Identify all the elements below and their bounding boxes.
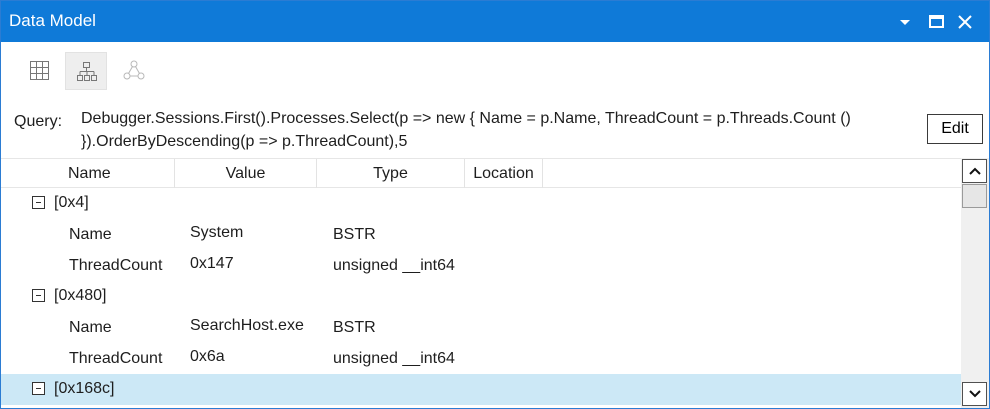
scrollbar-thumb[interactable] (962, 184, 987, 208)
property-value: 0x147 (190, 255, 234, 272)
property-type: BSTR (333, 319, 376, 336)
scroll-up-icon[interactable] (962, 159, 987, 183)
column-header-name[interactable]: Name (1, 159, 175, 188)
property-type: unsigned __int64 (333, 257, 455, 274)
dropdown-icon[interactable] (894, 11, 916, 33)
property-value: 0x6a (190, 348, 225, 365)
group-label: [0x4] (54, 194, 89, 211)
column-header-value[interactable]: Value (175, 159, 317, 188)
collapse-toggle-icon[interactable] (32, 289, 45, 302)
collapse-toggle-icon[interactable] (32, 196, 45, 209)
grid-view-icon[interactable] (19, 52, 61, 90)
property-name: ThreadCount (69, 257, 163, 274)
grid-rows: [0x4] Name System BSTR ThreadCount 0x147… (1, 188, 961, 408)
property-type: unsigned __int64 (333, 350, 455, 367)
property-name: Name (69, 226, 112, 243)
maximize-icon[interactable] (926, 11, 948, 33)
close-icon[interactable] (954, 11, 976, 33)
property-row[interactable]: ThreadCount 0x6a unsigned __int64 (1, 343, 961, 374)
property-value: SearchHost.exe (190, 317, 304, 334)
property-name: ThreadCount (69, 350, 163, 367)
column-header-location[interactable]: Location (465, 159, 543, 188)
column-header-name-label: Name (68, 165, 111, 182)
group-row[interactable]: [0x480] (1, 281, 961, 312)
window-title: Data Model (9, 11, 96, 30)
property-row[interactable]: ThreadCount 0x147 unsigned __int64 (1, 250, 961, 281)
property-type: BSTR (333, 226, 376, 243)
toolbar (1, 42, 989, 100)
column-header-location-label: Location (473, 165, 534, 182)
collapse-toggle-icon[interactable] (32, 382, 45, 395)
column-header-type-label: Type (373, 165, 408, 182)
title-bar[interactable]: Data Model (1, 1, 989, 42)
column-header-value-label: Value (225, 165, 266, 182)
data-grid: Name Value Type Location [0x4] Name Syst… (1, 158, 989, 408)
data-model-window: Data Model Query: Debugger.Sessions.Firs… (0, 0, 990, 409)
group-row[interactable]: [0x4] (1, 188, 961, 219)
edit-button[interactable]: Edit (927, 114, 983, 144)
group-row-selected[interactable]: [0x168c] (1, 374, 961, 405)
group-label: [0x168c] (54, 380, 115, 397)
query-row: Query: Debugger.Sessions.First().Process… (1, 100, 989, 158)
column-header-type[interactable]: Type (317, 159, 465, 188)
hierarchy-view-icon[interactable] (65, 52, 107, 90)
property-row[interactable]: Name System BSTR (1, 219, 961, 250)
query-label: Query: (14, 113, 63, 130)
query-text: Debugger.Sessions.First().Processes.Sele… (81, 110, 851, 150)
group-label: [0x480] (54, 287, 107, 304)
scroll-down-icon[interactable] (962, 382, 987, 406)
property-value: System (190, 224, 244, 241)
property-name: Name (69, 319, 112, 336)
vertical-scrollbar[interactable] (961, 158, 989, 408)
grid-header: Name Value Type Location (1, 158, 961, 188)
graph-view-icon[interactable] (113, 52, 155, 90)
property-row[interactable]: Name SearchHost.exe BSTR (1, 312, 961, 343)
